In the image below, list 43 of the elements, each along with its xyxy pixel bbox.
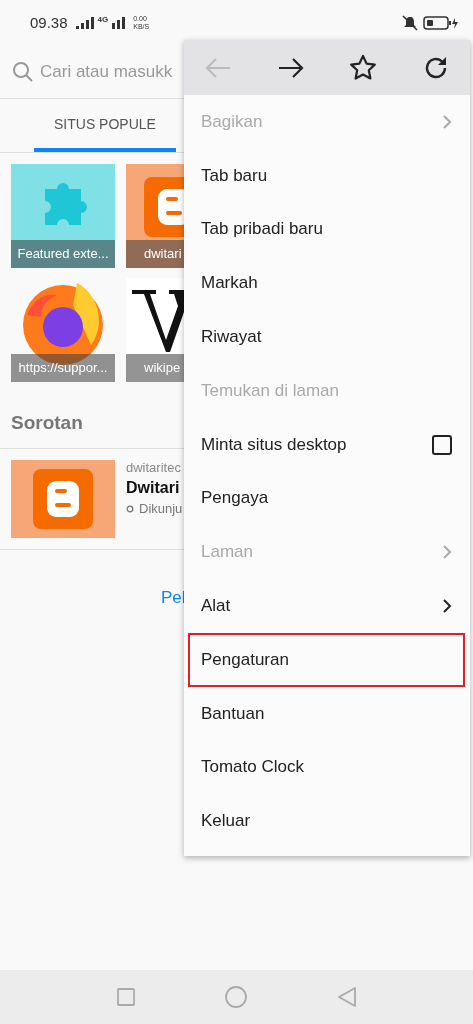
signal-icon	[75, 16, 94, 29]
section-heading: Sorotan	[11, 412, 83, 435]
menu-item[interactable]: Pengaya	[184, 471, 470, 526]
tile-label: dwitari	[126, 240, 184, 268]
site-tile[interactable]: dwitari	[126, 164, 184, 268]
search-field[interactable]: Cari atau masukk	[40, 61, 180, 82]
network-label: 4G	[97, 15, 109, 24]
bookmark-button[interactable]	[349, 53, 378, 82]
status-time: 09.38	[30, 14, 68, 31]
chevron-right-icon	[442, 598, 452, 615]
forward-button[interactable]	[276, 55, 305, 80]
checkbox[interactable]	[432, 434, 452, 455]
home-circle-icon[interactable]	[223, 985, 248, 1009]
tab[interactable]: SITUS POPULE	[34, 99, 176, 152]
tile-label: Featured exte...	[11, 240, 115, 268]
chevron-right-icon	[442, 113, 452, 130]
tile-label: wikipe	[126, 354, 184, 382]
thumbnail[interactable]	[11, 460, 115, 538]
menu-item[interactable]: Markah	[184, 256, 470, 311]
battery-icon	[423, 15, 459, 30]
site-tile[interactable]: Featured exte...	[11, 164, 115, 268]
muted-bell-icon	[401, 14, 419, 31]
site-name: dwitaritec	[126, 460, 182, 475]
menu-item[interactable]: Riwayat	[184, 310, 470, 364]
page-title: Dwitari	[126, 479, 181, 497]
menu-item[interactable]: Tab baru	[184, 148, 470, 203]
search-icon	[12, 60, 34, 83]
circle-icon	[126, 504, 134, 513]
menu-item[interactable]: Minta situs desktop	[184, 417, 470, 472]
menu-item[interactable]: Keluar	[184, 794, 470, 849]
square-nav-icon[interactable]	[115, 987, 136, 1007]
blogger-icon	[33, 469, 93, 529]
menu-item[interactable]: Tomato Clock	[184, 740, 470, 795]
more-link[interactable]: Pel	[161, 588, 184, 607]
signal-icon	[112, 16, 127, 29]
visited-label: Dikunju	[139, 501, 183, 516]
back-triangle-icon[interactable]	[335, 986, 358, 1008]
menu-item[interactable]: Bantuan	[184, 686, 470, 741]
menu-item[interactable]: Tab pribadi baru	[184, 202, 470, 257]
menu-item[interactable]: Alat	[184, 579, 470, 633]
menu-item[interactable]: Pengaturan	[188, 632, 465, 687]
chevron-right-icon	[442, 544, 452, 561]
tile-label: https://suppor...	[11, 354, 115, 382]
